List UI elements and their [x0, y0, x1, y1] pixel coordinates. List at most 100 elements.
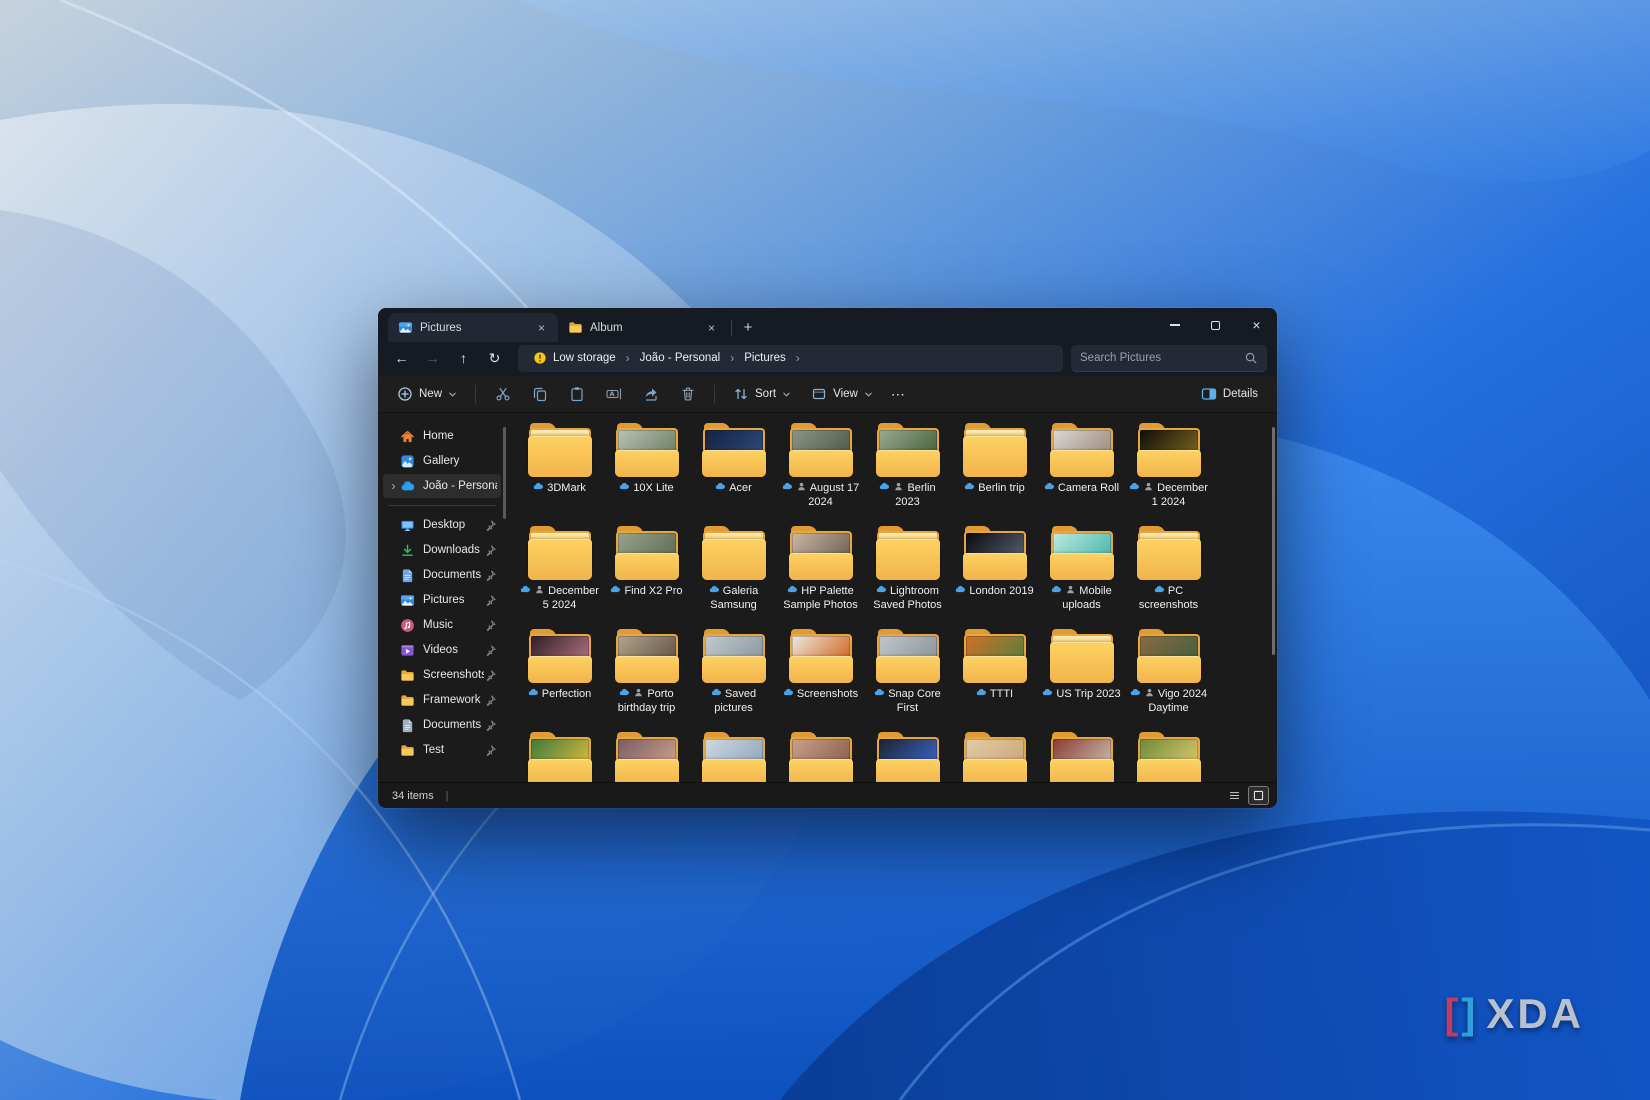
folder-item[interactable] — [1125, 730, 1212, 782]
folder-item-10x-lite[interactable]: 10X Lite — [603, 421, 690, 524]
folder-item-snap-core-first[interactable]: Snap Core First — [864, 627, 951, 730]
pin-icon — [484, 544, 497, 557]
rename-button[interactable] — [596, 380, 631, 409]
sidebar-item-pictures[interactable]: Pictures — [383, 588, 501, 612]
delete-button[interactable] — [670, 380, 705, 409]
folder-label: Snap Core First — [865, 687, 951, 715]
sidebar-item-screenshots[interactable]: Screenshots — [383, 663, 501, 687]
folder-item[interactable] — [603, 730, 690, 782]
more-options-button[interactable]: ⋯ — [884, 380, 913, 409]
onedrive-status-icon — [1042, 687, 1053, 702]
breadcrumb-pictures[interactable]: Pictures — [737, 347, 793, 370]
chevron-down-icon — [782, 390, 791, 399]
paste-button[interactable] — [559, 380, 594, 409]
onedrive-status-icon — [976, 687, 987, 702]
folder-item-ttti[interactable]: TTTI — [951, 627, 1038, 730]
sidebar-item-downloads[interactable]: Downloads — [383, 538, 501, 562]
view-button[interactable]: View — [802, 380, 882, 409]
folder-item-mobile-uploads[interactable]: Mobile uploads — [1038, 524, 1125, 627]
search-box[interactable] — [1071, 345, 1267, 372]
up-button[interactable]: ↑ — [448, 345, 479, 372]
breadcrumb-joao-personal[interactable]: João - Personal — [633, 347, 728, 370]
new-button[interactable]: New — [388, 380, 466, 409]
sidebar-item-videos[interactable]: Videos — [383, 638, 501, 662]
scrollbar[interactable] — [1272, 427, 1275, 655]
share-button[interactable] — [633, 380, 668, 409]
sidebar-item-documents[interactable]: Documents — [383, 563, 501, 587]
folder-item-hp-palette-sample-photos[interactable]: HP Palette Sample Photos — [777, 524, 864, 627]
folder-icon — [1050, 423, 1114, 477]
folder-item-pc-screenshots[interactable]: PC screenshots — [1125, 524, 1212, 627]
chevron-right-icon: › — [727, 351, 737, 365]
folder-item[interactable] — [777, 730, 864, 782]
folder-item-berlin-2023[interactable]: Berlin 2023 — [864, 421, 951, 524]
sort-icon — [733, 386, 749, 402]
back-button[interactable]: ← — [386, 345, 417, 372]
folder-item-porto-birthday-trip[interactable]: Porto birthday trip — [603, 627, 690, 730]
sidebar-item-label: Framework D — [423, 694, 484, 706]
new-tab-button[interactable]: + — [735, 314, 761, 340]
maximize-button[interactable] — [1195, 308, 1236, 342]
folder-item-screenshots[interactable]: Screenshots — [777, 627, 864, 730]
folder-item-galeria-samsung[interactable]: Galeria Samsung — [690, 524, 777, 627]
sidebar-item-music[interactable]: Music — [383, 613, 501, 637]
view-button-label: View — [833, 388, 858, 400]
onedrive-status-icon — [711, 687, 722, 702]
sidebar-item-jo-o-personal[interactable]: ›João - Personal — [383, 474, 501, 498]
sort-button-label: Sort — [755, 388, 776, 400]
tab-close-icon[interactable]: × — [703, 319, 720, 336]
chevron-right-icon[interactable]: › — [387, 479, 400, 493]
folder-item-london-2019[interactable]: London 2019 — [951, 524, 1038, 627]
item-count: 34 items — [392, 790, 434, 802]
folder-item-december-1-2024[interactable]: December 1 2024 — [1125, 421, 1212, 524]
folder-item-saved-pictures[interactable]: Saved pictures — [690, 627, 777, 730]
sidebar-item-gallery[interactable]: Gallery — [383, 449, 501, 473]
folder-item-lightroom-saved-photos[interactable]: Lightroom Saved Photos — [864, 524, 951, 627]
folder-item-acer[interactable]: Acer — [690, 421, 777, 524]
sidebar-item-desktop[interactable]: Desktop — [383, 513, 501, 537]
onedrive-status-icon — [610, 584, 621, 599]
folder-item-3dmark[interactable]: 3DMark — [516, 421, 603, 524]
sidebar-item-documents[interactable]: Documents — [383, 713, 501, 737]
folder-item[interactable] — [516, 730, 603, 782]
forward-button[interactable]: → — [417, 345, 448, 372]
minimize-button[interactable] — [1154, 308, 1195, 342]
folder-item-august-17-2024[interactable]: August 17 2024 — [777, 421, 864, 524]
details-button-label: Details — [1223, 388, 1258, 400]
cut-button[interactable] — [485, 380, 520, 409]
folder-label: Lightroom Saved Photos — [865, 584, 951, 612]
folder-item-berlin-trip[interactable]: Berlin trip — [951, 421, 1038, 524]
sidebar-item-label: Gallery — [423, 455, 497, 467]
folder-item-us-trip-2023[interactable]: US Trip 2023 — [1038, 627, 1125, 730]
folder-item-december-5-2024[interactable]: December 5 2024 — [516, 524, 603, 627]
sidebar-item-framework-d[interactable]: Framework D — [383, 688, 501, 712]
details-button[interactable]: Details — [1192, 380, 1267, 409]
folder-item-vigo-2024-daytime[interactable]: Vigo 2024 Daytime — [1125, 627, 1212, 730]
folder-item-perfection[interactable]: Perfection — [516, 627, 603, 730]
sort-button[interactable]: Sort — [724, 380, 800, 409]
large-icons-view-button[interactable] — [1248, 786, 1269, 805]
sidebar-divider — [388, 505, 496, 506]
pin-icon — [484, 519, 497, 532]
sidebar-item-home[interactable]: Home — [383, 424, 501, 448]
tab-album[interactable]: Album × — [558, 313, 728, 342]
folder-item-find-x2-pro[interactable]: Find X2 Pro — [603, 524, 690, 627]
sidebar-scrollbar[interactable] — [503, 427, 506, 519]
refresh-button[interactable]: ↻ — [479, 345, 510, 372]
folder-item-camera-roll[interactable]: Camera Roll — [1038, 421, 1125, 524]
sidebar-item-test[interactable]: Test — [383, 738, 501, 762]
folder-item[interactable] — [864, 730, 951, 782]
copy-button[interactable] — [522, 380, 557, 409]
folder-icon — [963, 526, 1027, 580]
folder-item[interactable] — [951, 730, 1038, 782]
tab-pictures[interactable]: Pictures × — [388, 313, 558, 342]
folder-item[interactable] — [1038, 730, 1125, 782]
search-input[interactable] — [1080, 352, 1244, 364]
tab-close-icon[interactable]: × — [533, 319, 550, 336]
breadcrumb-low-storage[interactable]: Low storage — [526, 347, 623, 370]
music-icon — [400, 617, 417, 633]
details-view-button[interactable] — [1224, 786, 1245, 805]
close-button[interactable]: × — [1236, 308, 1277, 342]
folder-item[interactable] — [690, 730, 777, 782]
onedrive-status-icon — [1130, 687, 1141, 702]
